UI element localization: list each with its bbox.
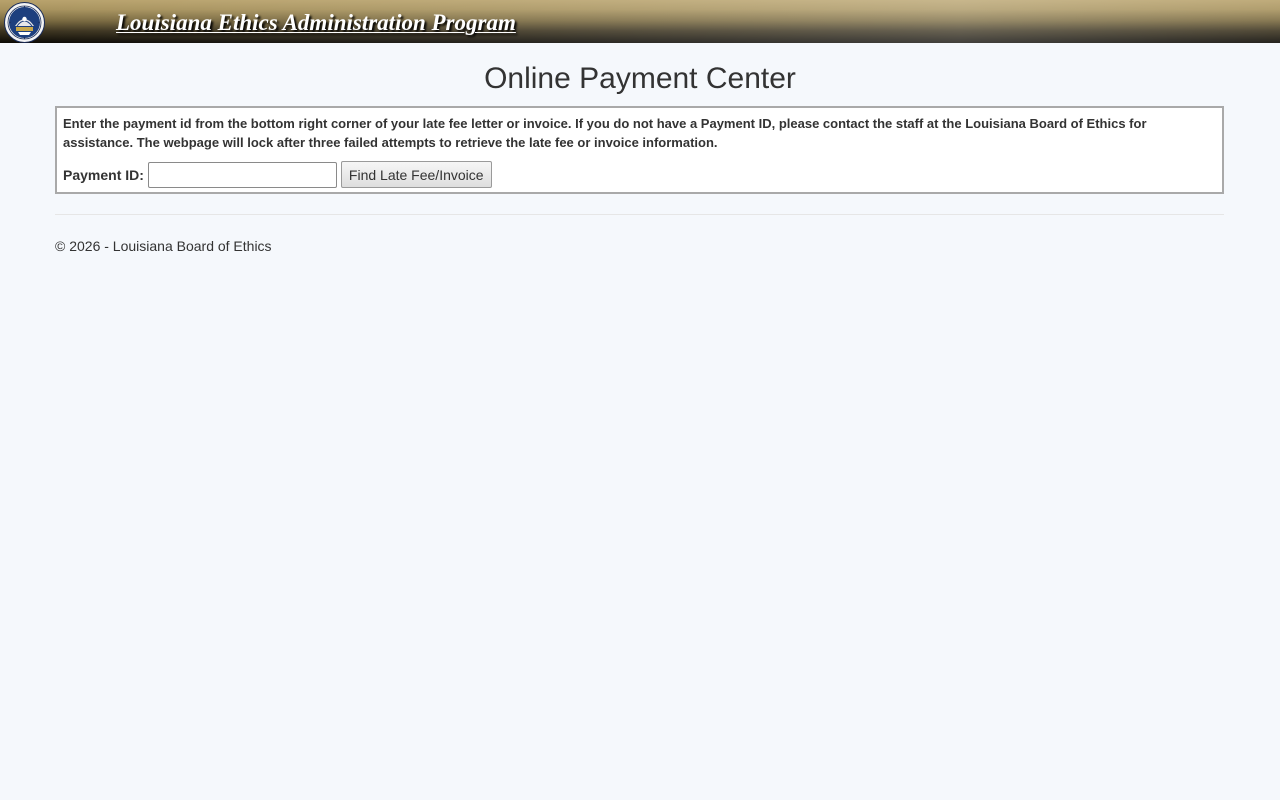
find-late-fee-button[interactable]: Find Late Fee/Invoice [340,161,492,188]
payment-id-input[interactable] [147,161,337,188]
copyright-text: © 2026 - Louisiana Board of Ethics [55,238,272,254]
footer-divider [55,214,1224,215]
payment-instructions: Enter the payment id from the bottom rig… [63,116,1147,150]
page-title: Online Payment Center [484,62,796,95]
payment-form: Enter the payment id from the bottom rig… [55,106,1224,194]
site-title[interactable]: Louisiana Ethics Administration Program [116,8,516,38]
header-banner: Louisiana Ethics Administration Program [0,0,1280,43]
payment-id-label: Payment ID: [63,166,144,183]
state-seal-icon[interactable] [4,2,45,43]
payment-id-row: Payment ID: Find Late Fee/Invoice [63,161,492,188]
